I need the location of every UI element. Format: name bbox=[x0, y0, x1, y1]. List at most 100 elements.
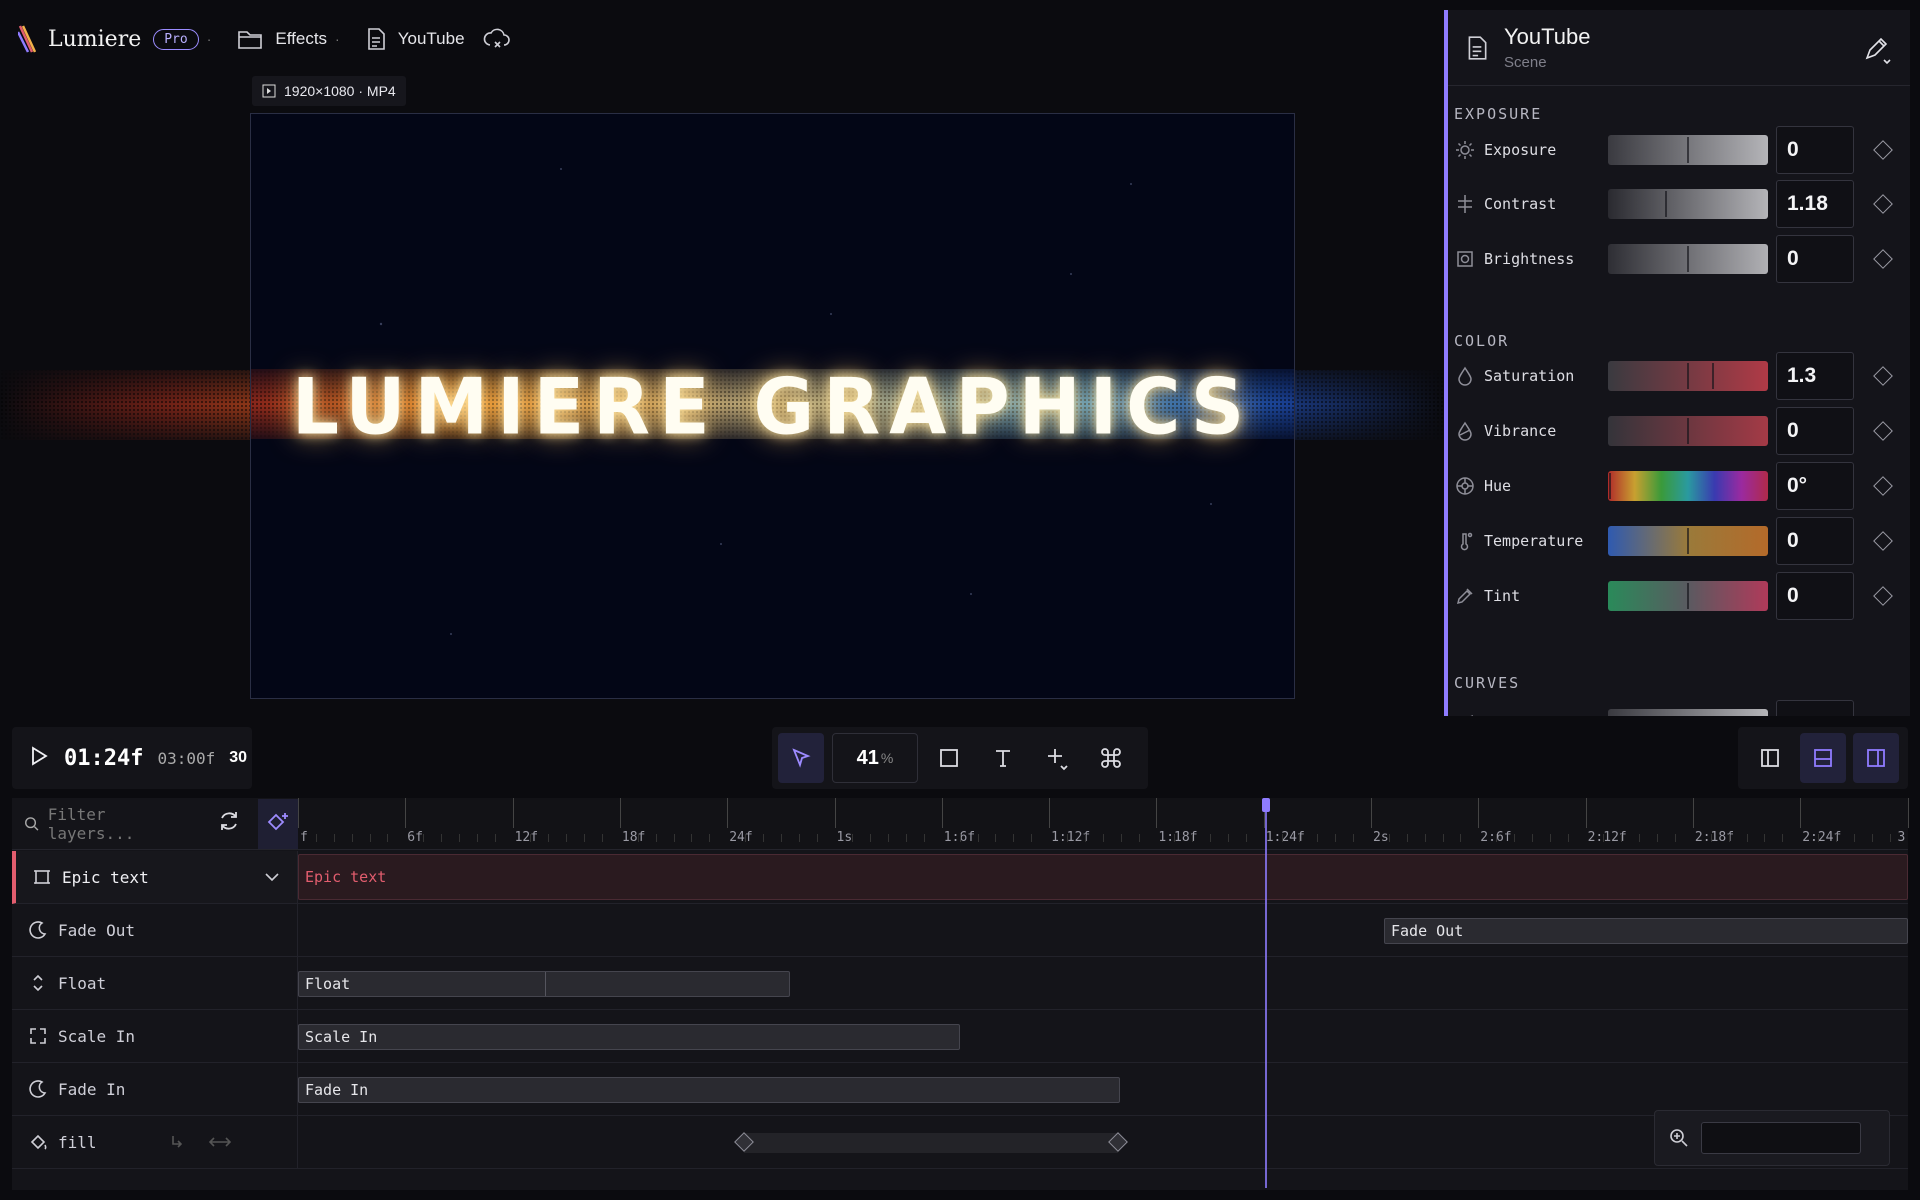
tint-slider[interactable] bbox=[1608, 581, 1768, 611]
brightness-input[interactable]: 0 bbox=[1776, 235, 1854, 283]
layer-float[interactable]: Float bbox=[12, 957, 298, 1010]
preview-canvas[interactable]: LUMIERE GRAPHICS bbox=[250, 113, 1295, 699]
ruler-minor-tick bbox=[548, 834, 550, 842]
layer-epic-text[interactable]: Epic text bbox=[12, 851, 298, 904]
layer-fade-out[interactable]: Fade Out bbox=[12, 904, 298, 957]
contrast-slider[interactable] bbox=[1608, 189, 1768, 219]
keyframe-toggle[interactable] bbox=[1873, 531, 1893, 551]
drop-half-icon bbox=[1454, 420, 1476, 442]
hue-slider[interactable] bbox=[1608, 471, 1768, 501]
brightness-slider[interactable] bbox=[1608, 244, 1768, 274]
play-button[interactable] bbox=[28, 745, 50, 772]
exposure-input[interactable]: 0 bbox=[1776, 126, 1854, 174]
temperature-slider[interactable] bbox=[1608, 526, 1768, 556]
edit-button[interactable] bbox=[1862, 36, 1892, 71]
chevron-down-icon[interactable] bbox=[263, 868, 281, 886]
toggle-right-panel-button[interactable] bbox=[1852, 733, 1899, 783]
add-keyframe-button[interactable] bbox=[257, 798, 298, 849]
playhead-handle[interactable] bbox=[1262, 798, 1270, 812]
clip-fade-in[interactable]: Fade In bbox=[298, 1077, 1120, 1103]
clip-float[interactable]: Float bbox=[298, 971, 790, 997]
saturation-slider[interactable] bbox=[1608, 361, 1768, 391]
vibrance-input[interactable]: 0 bbox=[1776, 407, 1854, 455]
keyframe-toggle[interactable] bbox=[1873, 476, 1893, 496]
select-tool-button[interactable] bbox=[778, 733, 824, 783]
slider-thumb[interactable] bbox=[1687, 528, 1689, 554]
layer-scale-in[interactable]: Scale In bbox=[12, 1010, 298, 1063]
curves-row bbox=[1454, 700, 1904, 716]
layer-fade-in[interactable]: Fade In bbox=[12, 1063, 298, 1116]
keyframe-toggle[interactable] bbox=[1873, 586, 1893, 606]
toggle-bottom-panel-button[interactable] bbox=[1799, 733, 1846, 783]
temperature-input[interactable]: 0 bbox=[1776, 517, 1854, 565]
ruler-minor-tick bbox=[1442, 834, 1444, 842]
slider-thumb[interactable] bbox=[1609, 473, 1611, 499]
clip-scale-in[interactable]: Scale In bbox=[298, 1024, 960, 1050]
refresh-button[interactable] bbox=[216, 808, 242, 839]
slider-thumb[interactable] bbox=[1687, 363, 1689, 389]
add-button[interactable] bbox=[1034, 733, 1080, 783]
keyframe-toggle[interactable] bbox=[1873, 421, 1893, 441]
zoom-input[interactable]: 41% bbox=[832, 733, 918, 783]
rectangle-tool-button[interactable] bbox=[926, 733, 972, 783]
slider-thumb[interactable] bbox=[1687, 137, 1689, 163]
exposure-slider[interactable] bbox=[1608, 135, 1768, 165]
play-icon bbox=[32, 745, 48, 766]
fps-label[interactable]: 30 bbox=[229, 749, 247, 767]
keyframe-toggle[interactable] bbox=[1873, 249, 1893, 269]
cloud-sync-button[interactable] bbox=[483, 27, 511, 51]
breadcrumb-file[interactable]: YouTube bbox=[366, 27, 465, 51]
row-label: Tint bbox=[1484, 587, 1521, 605]
ruler-minor-tick bbox=[530, 834, 532, 842]
playhead[interactable] bbox=[1265, 798, 1267, 1188]
ruler-minor-tick bbox=[1710, 834, 1712, 842]
tint-input[interactable]: 0 bbox=[1776, 572, 1854, 620]
moon-icon bbox=[29, 921, 47, 939]
contrast-input[interactable]: 1.18 bbox=[1776, 180, 1854, 228]
hue-input[interactable]: 0° bbox=[1776, 462, 1854, 510]
layer-filter-bar: Filter layers... bbox=[12, 798, 298, 850]
keyframe-toggle[interactable] bbox=[1873, 194, 1893, 214]
slider-thumb[interactable] bbox=[1712, 363, 1714, 389]
resolution-badge: 1920×1080 · MP4 bbox=[252, 76, 406, 106]
ruler-minor-tick bbox=[315, 834, 317, 842]
slider-thumb[interactable] bbox=[1687, 246, 1689, 272]
eyedropper-icon bbox=[1454, 585, 1476, 607]
curves-slider[interactable] bbox=[1608, 709, 1768, 716]
ruler-minor-tick bbox=[977, 834, 979, 842]
filter-layers-input[interactable]: Filter layers... bbox=[48, 805, 196, 843]
vibrance-slider[interactable] bbox=[1608, 416, 1768, 446]
timeline-zoom-input[interactable] bbox=[1701, 1122, 1861, 1154]
ruler-minor-tick bbox=[1639, 834, 1641, 842]
tick-line bbox=[1156, 798, 1158, 828]
text-tool-button[interactable] bbox=[980, 733, 1026, 783]
slider-thumb[interactable] bbox=[1665, 191, 1667, 217]
search-icon bbox=[25, 816, 39, 831]
link-icon[interactable] bbox=[167, 1132, 187, 1152]
ruler-minor-tick bbox=[1031, 834, 1033, 842]
keyframe-toggle[interactable] bbox=[1873, 366, 1893, 386]
ruler-minor-tick bbox=[1299, 834, 1301, 842]
top-bar: Lumiere Pro · Effects · YouTube bbox=[0, 0, 1440, 78]
drop-icon bbox=[1454, 365, 1476, 387]
arrow-both-icon[interactable] bbox=[207, 1132, 233, 1152]
slider-thumb[interactable] bbox=[1687, 418, 1689, 444]
slider-thumb[interactable] bbox=[1687, 583, 1689, 609]
brightness-icon bbox=[1454, 248, 1476, 270]
ruler-minor-tick bbox=[691, 834, 693, 842]
ruler-minor-tick bbox=[441, 834, 443, 842]
clip-fade-out[interactable]: Fade Out bbox=[1384, 918, 1908, 944]
curves-input[interactable] bbox=[1776, 700, 1854, 716]
ruler-minor-tick bbox=[1889, 834, 1891, 842]
toggle-left-panel-button[interactable] bbox=[1747, 733, 1793, 783]
layer-name: Scale In bbox=[58, 1026, 136, 1046]
clip-epic-text[interactable]: Epic text bbox=[298, 854, 1908, 900]
time-ruler[interactable]: f6f12f18f24f1s1:6f1:12f1:18f1:24f2s2:6f2… bbox=[298, 798, 1909, 850]
zoom-in-icon[interactable] bbox=[1669, 1128, 1689, 1148]
command-button[interactable] bbox=[1088, 733, 1134, 783]
breadcrumb-folder[interactable]: Effects bbox=[237, 28, 327, 50]
keyframe-toggle[interactable] bbox=[1873, 140, 1893, 160]
app-logo[interactable]: Lumiere Pro bbox=[18, 24, 199, 54]
layer-fill[interactable]: fill bbox=[12, 1116, 298, 1169]
saturation-input[interactable]: 1.3 bbox=[1776, 352, 1854, 400]
